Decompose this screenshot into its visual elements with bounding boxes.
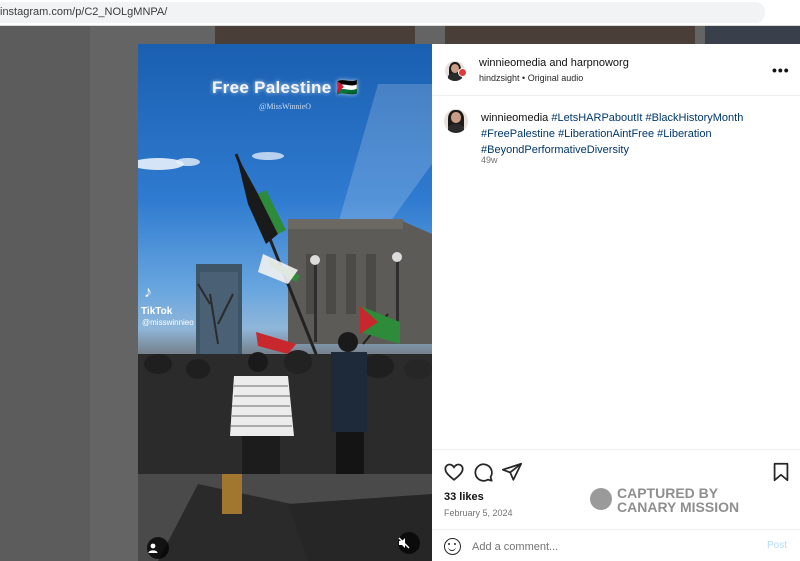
authors-connector: and — [546, 57, 571, 69]
canary-mission-watermark: CAPTURED BY CANARY MISSION — [590, 480, 770, 520]
caption-username[interactable]: winnieomedia — [481, 112, 548, 124]
comment-icon[interactable] — [472, 461, 494, 483]
hashtag-link[interactable]: #BlackHistoryMonth — [646, 112, 744, 124]
caption-avatar[interactable] — [444, 109, 468, 133]
video-frame — [138, 84, 432, 561]
audio-user-link[interactable]: hindzsight — [479, 73, 520, 83]
watermark-line-1: CAPTURED BY — [617, 485, 719, 501]
browser-url-bar[interactable]: instagram.com/p/C2_NOLgMNPA/ — [0, 0, 800, 26]
tiktok-icon: ♪ — [144, 284, 152, 301]
tiktok-label: TikTok — [141, 306, 173, 317]
background-thumbnail — [445, 26, 695, 44]
post-authors: winnieomedia and harpnoworg — [479, 57, 629, 69]
collaborator-link[interactable]: harpnoworg — [571, 57, 629, 69]
background-thumbnail — [215, 26, 415, 44]
hashtag-link[interactable]: #BeyondPerformativeDiversity — [481, 144, 629, 156]
video-overlay-title: Free Palestine 🇵🇸 — [212, 78, 358, 97]
hashtag-link[interactable]: #LetsHARPaboutIt — [551, 112, 642, 124]
audio-info: hindzsight • Original audio — [479, 73, 583, 83]
video-player[interactable]: Free Palestine 🇵🇸 @MissWinnieO ♪ TikTok … — [138, 44, 432, 561]
comment-input[interactable] — [472, 538, 752, 556]
post-side-panel: winnieomedia and harpnoworg hindzsight •… — [432, 44, 800, 561]
heart-icon[interactable] — [443, 461, 465, 483]
author-link[interactable]: winnieomedia — [479, 57, 546, 69]
watermark-text: CAPTURED BY CANARY MISSION — [617, 486, 739, 514]
background-thumbnail — [705, 26, 800, 44]
emoji-icon[interactable] — [444, 538, 461, 555]
audio-separator: • — [519, 73, 528, 83]
likes-count[interactable]: 33 likes — [444, 491, 484, 503]
tiktok-handle: @misswinnieo — [142, 318, 194, 327]
background-panel — [0, 26, 90, 561]
post-header: winnieomedia and harpnoworg hindzsight •… — [432, 44, 800, 96]
hashtag-link[interactable]: #LiberationAintFree — [558, 128, 654, 140]
hashtag-link[interactable]: #Liberation — [657, 128, 711, 140]
canary-logo-icon — [590, 488, 612, 510]
post-date[interactable]: February 5, 2024 — [444, 508, 513, 518]
video-overlay-handle: @MissWinnieO — [259, 102, 311, 111]
send-icon[interactable] — [501, 461, 523, 483]
hashtag-link[interactable]: #FreePalestine — [481, 128, 555, 140]
collaborator-avatar-badge — [458, 68, 467, 77]
tagged-users-button[interactable] — [147, 537, 169, 559]
watermark-line-2: CANARY MISSION — [617, 499, 740, 515]
audio-link[interactable]: Original audio — [528, 73, 584, 83]
url-text: instagram.com/p/C2_NOLgMNPA/ — [0, 6, 168, 18]
comment-bar: Post — [432, 529, 800, 561]
person-icon — [148, 543, 158, 553]
post-actions: 33 likes February 5, 2024 CAPTURED BY CA… — [432, 449, 800, 529]
post-comment-button[interactable]: Post — [767, 540, 787, 551]
bookmark-icon[interactable] — [770, 461, 792, 483]
caption-timestamp[interactable]: 49w — [481, 155, 498, 165]
mute-button[interactable] — [398, 532, 420, 554]
post-modal: Free Palestine 🇵🇸 @MissWinnieO ♪ TikTok … — [138, 44, 800, 561]
more-options-button[interactable]: ••• — [772, 62, 790, 78]
muted-speaker-icon — [398, 537, 410, 549]
post-caption: winnieomedia #LetsHARPaboutIt #BlackHist… — [481, 110, 771, 158]
